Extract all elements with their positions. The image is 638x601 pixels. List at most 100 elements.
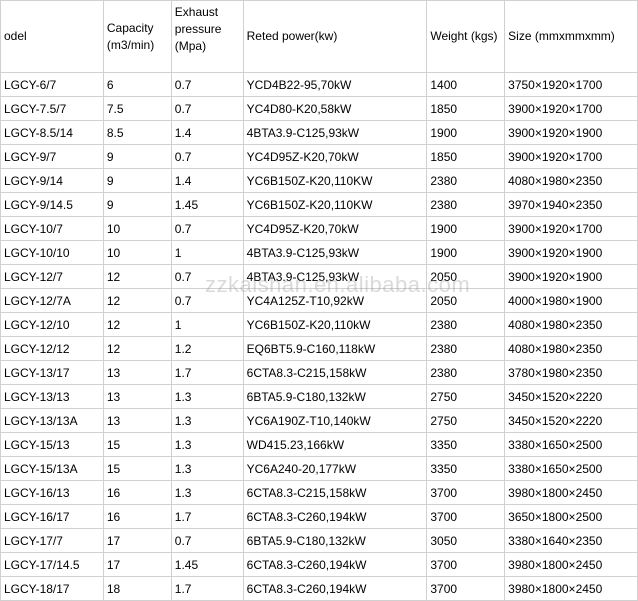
table-row: LGCY-6/7 6 0.7 YCD4B22-95,70kW 1400 3750×1920… — [0, 72, 638, 97]
cell-weight: 3700 — [426, 552, 506, 577]
cell-exhaust-pressure: 1.7 — [170, 576, 244, 601]
cell-capacity: 10 — [102, 216, 172, 241]
cell-exhaust-pressure: 0.7 — [170, 72, 244, 97]
table-row: LGCY-16/17 16 1.7 6CTA8.3-C260,194kW 3700 365… — [0, 504, 638, 529]
cell-capacity: 12 — [102, 312, 172, 337]
cell-model: LGCY-12/7A — [0, 288, 104, 313]
cell-capacity: 13 — [102, 408, 172, 433]
cell-size: 3450×1520×2220 — [504, 384, 638, 409]
header-model: odel — [0, 0, 104, 73]
cell-model: LGCY-12/7 — [0, 264, 104, 289]
cell-model: LGCY-15/13A — [0, 456, 104, 481]
cell-size: 3750×1920×1700 — [504, 72, 638, 97]
cell-exhaust-pressure: 1.3 — [170, 432, 244, 457]
table-row: LGCY-9/14.5 9 1.45 YC6B150Z-K20,110KW 2380 39… — [0, 192, 638, 217]
cell-weight: 2050 — [426, 264, 506, 289]
table-row: LGCY-18/17 18 1.7 6CTA8.3-C260,194kW 3700 398… — [0, 576, 638, 601]
cell-exhaust-pressure: 1.3 — [170, 408, 244, 433]
cell-size: 3380×1640×2350 — [504, 528, 638, 553]
cell-model: LGCY-7.5/7 — [0, 96, 104, 121]
cell-rated-power: 6CTA8.3-C260,194kW — [242, 576, 428, 601]
cell-capacity: 9 — [102, 192, 172, 217]
cell-size: 3900×1920×1700 — [504, 96, 638, 121]
cell-weight: 3050 — [426, 528, 506, 553]
cell-model: LGCY-12/10 — [0, 312, 104, 337]
cell-rated-power: 4BTA3.9-C125,93kW — [242, 120, 428, 145]
cell-rated-power: YC4D80-K20,58kW — [242, 96, 428, 121]
cell-exhaust-pressure: 1.7 — [170, 360, 244, 385]
cell-exhaust-pressure: 1 — [170, 240, 244, 265]
table-row: LGCY-17/14.5 17 1.45 6CTA8.3-C260,194kW 3700… — [0, 552, 638, 577]
table-row: LGCY-12/10 12 1 YC6B150Z-K20,110kW 2380 4080×… — [0, 312, 638, 337]
cell-capacity: 9 — [102, 144, 172, 169]
cell-rated-power: YC4A125Z-T10,92kW — [242, 288, 428, 313]
cell-model: LGCY-10/10 — [0, 240, 104, 265]
cell-exhaust-pressure: 1.7 — [170, 504, 244, 529]
cell-model: LGCY-9/14.5 — [0, 192, 104, 217]
table-row: LGCY-10/10 10 1 4BTA3.9-C125,93kW 1900 3900×1… — [0, 240, 638, 265]
cell-rated-power: 6BTA5.9-C180,132kW — [242, 384, 428, 409]
cell-size: 4000×1980×1900 — [504, 288, 638, 313]
cell-rated-power: 6CTA8.3-C215,158kW — [242, 480, 428, 505]
cell-model: LGCY-18/17 — [0, 576, 104, 601]
cell-rated-power: YC6B150Z-K20,110KW — [242, 168, 428, 193]
header-capacity: Capacity (m3/min) — [102, 0, 172, 73]
cell-rated-power: YC6A190Z-T10,140kW — [242, 408, 428, 433]
header-rated-power: Reted power(kw) — [242, 0, 428, 73]
cell-weight: 3350 — [426, 432, 506, 457]
cell-exhaust-pressure: 1.45 — [170, 552, 244, 577]
cell-rated-power: 6CTA8.3-C215,158kW — [242, 360, 428, 385]
table-row: LGCY-13/13 13 1.3 6BTA5.9-C180,132kW 2750 345… — [0, 384, 638, 409]
cell-weight: 1900 — [426, 216, 506, 241]
cell-rated-power: YC6B150Z-K20,110KW — [242, 192, 428, 217]
cell-model: LGCY-13/13 — [0, 384, 104, 409]
cell-weight: 2380 — [426, 312, 506, 337]
table-row: LGCY-17/7 17 0.7 6BTA5.9-C180,132kW 3050 3380… — [0, 528, 638, 553]
cell-exhaust-pressure: 1.3 — [170, 456, 244, 481]
table-row: LGCY-12/7 12 0.7 4BTA3.9-C125,93kW 2050 3900×… — [0, 264, 638, 289]
cell-rated-power: 6CTA8.3-C260,194kW — [242, 552, 428, 577]
cell-model: LGCY-17/7 — [0, 528, 104, 553]
cell-size: 3380×1650×2500 — [504, 456, 638, 481]
cell-rated-power: 6CTA8.3-C260,194kW — [242, 504, 428, 529]
cell-model: LGCY-8.5/14 — [0, 120, 104, 145]
cell-weight: 2380 — [426, 360, 506, 385]
cell-capacity: 17 — [102, 552, 172, 577]
cell-capacity: 6 — [102, 72, 172, 97]
cell-weight: 2380 — [426, 192, 506, 217]
cell-size: 3780×1980×2350 — [504, 360, 638, 385]
cell-rated-power: YCD4B22-95,70kW — [242, 72, 428, 97]
header-exhaust-pressure: Exhaust pressure (Mpa) — [170, 0, 244, 73]
cell-weight: 1850 — [426, 96, 506, 121]
cell-size: 3380×1650×2500 — [504, 432, 638, 457]
cell-weight: 3700 — [426, 480, 506, 505]
header-weight: Weight (kgs) — [426, 0, 506, 73]
cell-rated-power: YC6A240-20,177kW — [242, 456, 428, 481]
table-row: LGCY-9/7 9 0.7 YC4D95Z-K20,70kW 1850 3900×192… — [0, 144, 638, 169]
cell-size: 3900×1920×1700 — [504, 216, 638, 241]
table-row: LGCY-9/14 9 1.4 YC6B150Z-K20,110KW 2380 4080×… — [0, 168, 638, 193]
cell-exhaust-pressure: 0.7 — [170, 216, 244, 241]
cell-rated-power: YC4D95Z-K20,70kW — [242, 144, 428, 169]
cell-capacity: 16 — [102, 480, 172, 505]
cell-weight: 2050 — [426, 288, 506, 313]
cell-size: 3970×1940×2350 — [504, 192, 638, 217]
cell-model: LGCY-13/13A — [0, 408, 104, 433]
cell-model: LGCY-16/17 — [0, 504, 104, 529]
table-row: LGCY-12/7A 12 0.7 YC4A125Z-T10,92kW 2050 4000… — [0, 288, 638, 313]
cell-exhaust-pressure: 0.7 — [170, 96, 244, 121]
cell-size: 3980×1800×2450 — [504, 480, 638, 505]
table-row: LGCY-8.5/14 8.5 1.4 4BTA3.9-C125,93kW 1900 39… — [0, 120, 638, 145]
table-row: LGCY-13/13A 13 1.3 YC6A190Z-T10,140kW 2750 34… — [0, 408, 638, 433]
cell-model: LGCY-13/17 — [0, 360, 104, 385]
cell-weight: 1900 — [426, 120, 506, 145]
cell-exhaust-pressure: 1 — [170, 312, 244, 337]
cell-model: LGCY-10/7 — [0, 216, 104, 241]
cell-capacity: 13 — [102, 384, 172, 409]
cell-weight: 2750 — [426, 408, 506, 433]
cell-capacity: 7.5 — [102, 96, 172, 121]
header-size: Size (mmxmmxmm) — [504, 0, 638, 73]
cell-size: 3900×1920×1900 — [504, 264, 638, 289]
cell-size: 3980×1800×2450 — [504, 552, 638, 577]
cell-capacity: 12 — [102, 336, 172, 361]
